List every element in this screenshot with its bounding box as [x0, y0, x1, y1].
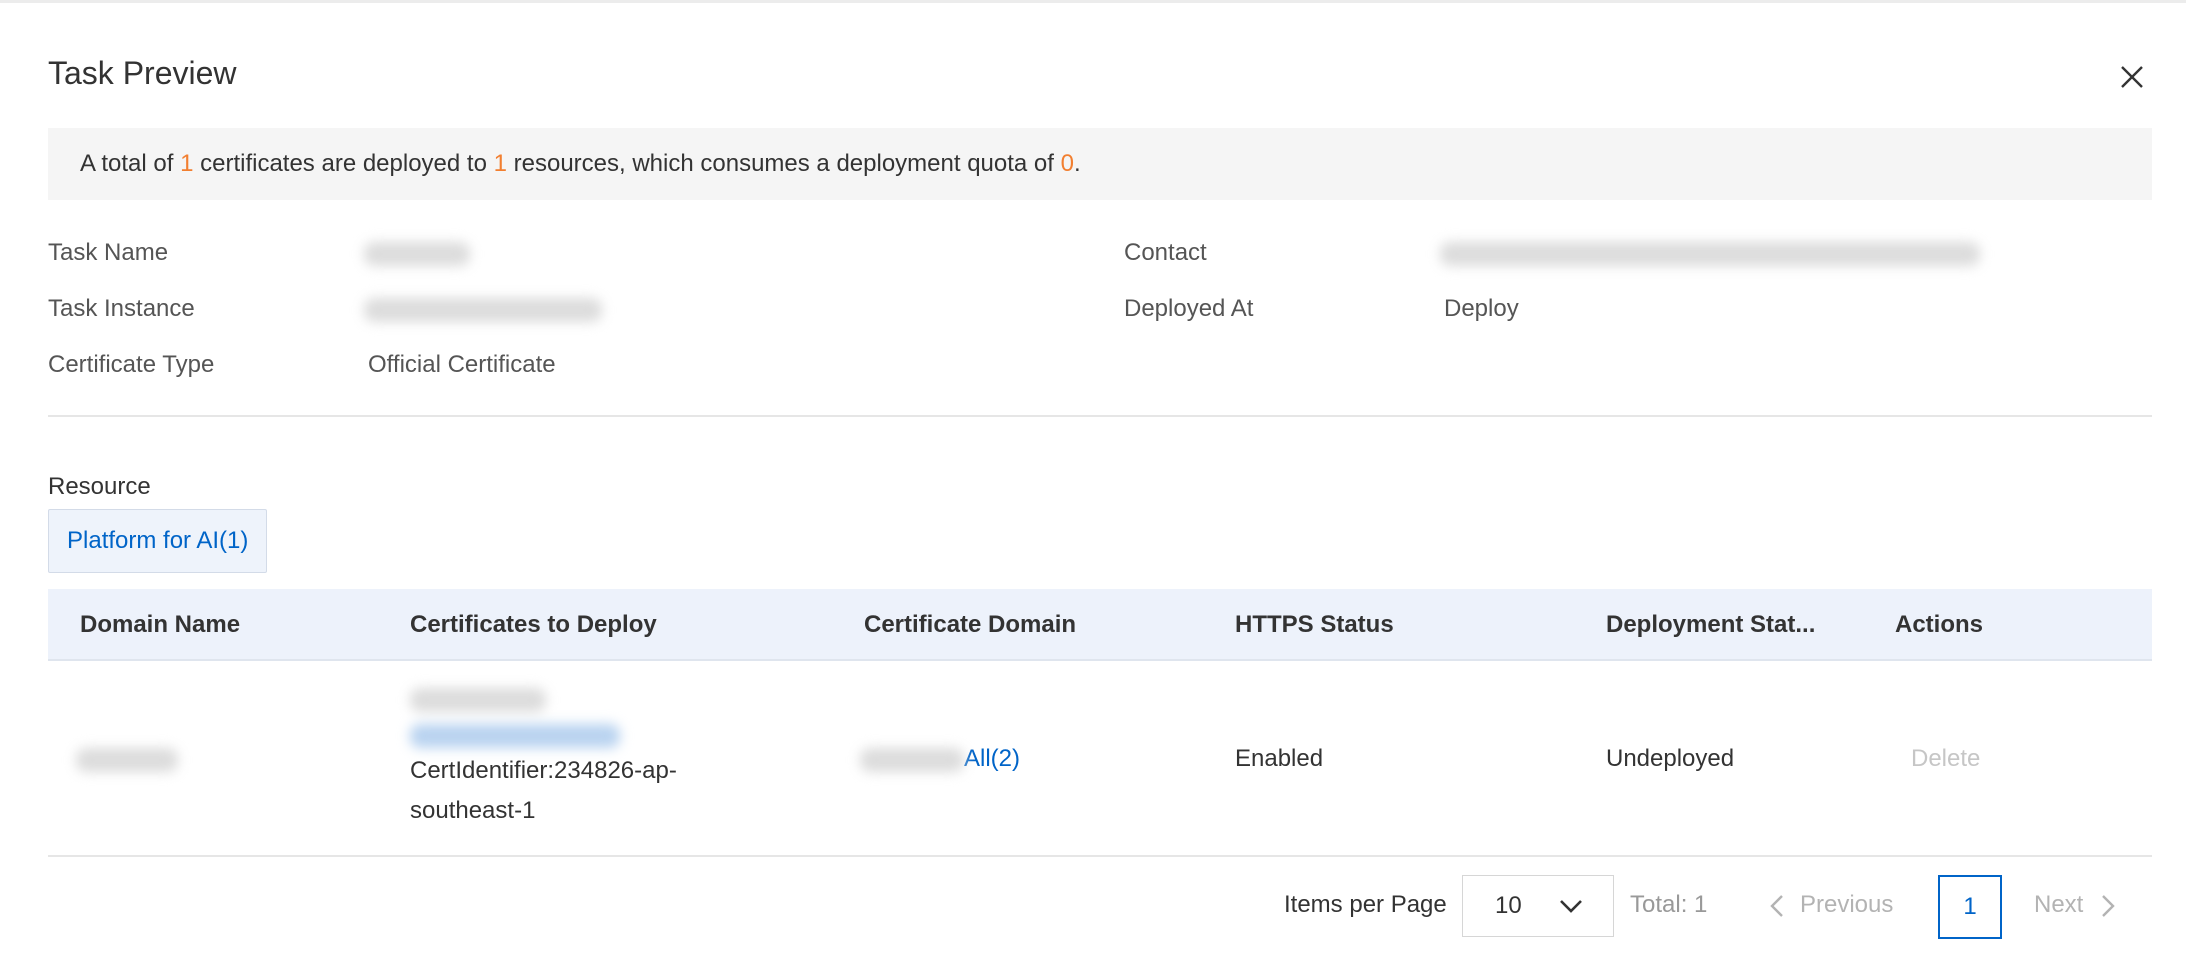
- chevron-right-icon: [2102, 894, 2116, 917]
- certificate-type-label: Certificate Type: [48, 351, 215, 378]
- total-count: Total: 1: [1630, 891, 1708, 918]
- redacted-certificate-link[interactable]: [410, 723, 620, 748]
- certificate-domain-cell: All(2): [860, 739, 1020, 779]
- notice-suffix: .: [1073, 150, 1081, 177]
- section-divider: [48, 415, 2152, 417]
- previous-label: Previous: [1800, 891, 1894, 918]
- column-https-status: HTTPS Status: [1235, 611, 1394, 638]
- notice-prefix: A total of: [80, 150, 181, 177]
- table-header: Domain Name Certificates to Deploy Certi…: [48, 589, 2152, 661]
- certificates-to-deploy-cell: CertIdentifier:234826-ap- southeast-1: [410, 679, 810, 831]
- deployment-status-cell: Undeployed: [1606, 745, 1735, 772]
- next-page-button[interactable]: Next: [2034, 873, 2117, 937]
- table-row: CertIdentifier:234826-ap- southeast-1 Al…: [48, 661, 2152, 857]
- redacted-certificate-domain: [860, 747, 964, 772]
- contact-value: [1440, 237, 1980, 269]
- cert-identifier-line-1: CertIdentifier:234826-ap-: [410, 757, 677, 784]
- page-1-button[interactable]: 1: [1938, 875, 2002, 939]
- next-label: Next: [2034, 891, 2084, 918]
- deployment-summary-notice: A total of 1 certificates are deployed t…: [48, 128, 2152, 200]
- certificate-type-value: Official Certificate: [368, 351, 556, 378]
- close-button[interactable]: [2116, 61, 2148, 93]
- redacted-task-instance: [364, 297, 602, 322]
- task-name-value: [364, 237, 470, 269]
- resource-tab-platform-for-ai[interactable]: Platform for AI(1): [48, 509, 268, 573]
- deployed-at-label: Deployed At: [1124, 295, 1254, 322]
- page-size-select[interactable]: 10: [1462, 875, 1614, 937]
- resources-count: 1: [493, 150, 507, 177]
- column-certificates-to-deploy: Certificates to Deploy: [410, 611, 657, 638]
- https-status-cell: Enabled: [1235, 745, 1324, 772]
- task-instance-label: Task Instance: [48, 295, 195, 322]
- chevron-left-icon: [1770, 894, 1783, 917]
- page-size-value: 10: [1495, 892, 1522, 919]
- delete-button[interactable]: Delete: [1911, 739, 1980, 779]
- contact-label: Contact: [1124, 239, 1207, 266]
- column-deployment-status: Deployment Stat...: [1606, 611, 1816, 638]
- resource-label: Resource: [48, 473, 151, 500]
- close-icon: [2121, 66, 2143, 88]
- task-preview-dialog: Task Preview A total of 1 certificates a…: [0, 0, 2186, 966]
- task-instance-value: [364, 293, 602, 325]
- task-name-label: Task Name: [48, 239, 169, 266]
- notice-middle-2: resources, which consumes a deployment q…: [506, 150, 1061, 177]
- cert-identifier-line-2: southeast-1: [410, 797, 536, 824]
- redacted-contact: [1440, 241, 1980, 266]
- redacted-task-name: [364, 241, 470, 266]
- chevron-down-icon: [1560, 900, 1582, 913]
- redacted-certificate-name: [410, 687, 546, 712]
- notice-middle-1: certificates are deployed to: [193, 150, 494, 177]
- certificates-count: 1: [180, 150, 194, 177]
- column-domain-name: Domain Name: [80, 611, 241, 638]
- domain-name-cell: [76, 739, 178, 779]
- column-certificate-domain: Certificate Domain: [864, 611, 1077, 638]
- items-per-page-label: Items per Page: [1284, 891, 1447, 918]
- all-domains-link[interactable]: All(2): [964, 745, 1020, 772]
- deployed-at-value: Deploy: [1444, 295, 1519, 322]
- column-actions: Actions: [1895, 611, 1984, 638]
- previous-page-button[interactable]: Previous: [1768, 873, 1893, 937]
- redacted-domain-name: [76, 747, 178, 772]
- quota-count: 0: [1060, 150, 1074, 177]
- dialog-title: Task Preview: [48, 55, 237, 91]
